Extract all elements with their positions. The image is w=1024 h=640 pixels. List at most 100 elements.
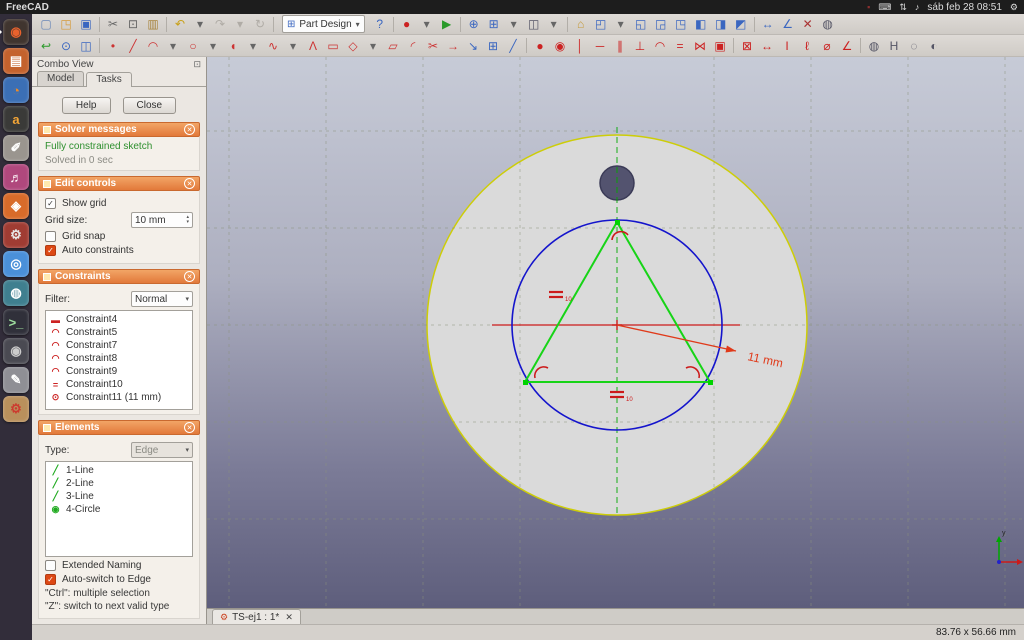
constraint-parallel-icon[interactable]: ∥ (610, 36, 630, 55)
filter-select[interactable]: Normal ▾ (131, 291, 193, 307)
constraint-point-on-object-icon[interactable]: ◉ (550, 36, 570, 55)
measure-toggle-icon[interactable]: ◍ (818, 15, 838, 34)
constraint-item[interactable]: ◠ Constraint7 (48, 339, 190, 352)
view-front-icon[interactable]: ◱ (631, 15, 651, 34)
leave-sketch-icon[interactable]: ↩ (36, 36, 56, 55)
constraint-angle-icon[interactable]: ∠ (837, 36, 857, 55)
trim-edge-icon[interactable]: ✂ (423, 36, 443, 55)
constraint-distance-x-icon[interactable]: ↔ (757, 36, 777, 55)
session-gear-icon[interactable]: ⚙ (1010, 0, 1018, 14)
constraint-vertical-icon[interactable]: │ (570, 36, 590, 55)
spinner-icon[interactable]: ▴ ▾ (186, 215, 189, 225)
tab-tasks[interactable]: Tasks (86, 72, 132, 87)
constraint-lock-icon[interactable]: ⊠ (737, 36, 757, 55)
constraint-tangent-icon[interactable]: ◠ (650, 36, 670, 55)
bspline-menu-icon[interactable]: ▾ (283, 36, 303, 55)
save-document-icon[interactable]: ▣ (76, 15, 96, 34)
select-constraints-icon[interactable]: H (884, 36, 904, 55)
open-document-icon[interactable]: ◳ (56, 15, 76, 34)
cut-icon[interactable]: ✂ (103, 15, 123, 34)
launcher-item-system-settings[interactable]: ⚙ (3, 222, 29, 248)
conic-menu-icon[interactable]: ▾ (243, 36, 263, 55)
launcher-item-ubuntu-dash[interactable]: ◉ (0, 19, 29, 45)
constraint-horizontal-icon[interactable]: ─ (590, 36, 610, 55)
view-right-icon[interactable]: ◳ (671, 15, 691, 34)
show-grid-checkbox[interactable]: ✓ (45, 198, 56, 209)
edit-controls-header[interactable]: Edit controls ✕ (38, 176, 200, 191)
launcher-item-software-center[interactable]: ◈ (3, 193, 29, 219)
macro-play-icon[interactable]: ▶ (437, 15, 457, 34)
launcher-item-terminal[interactable]: >_ (3, 309, 29, 335)
launcher-item-freecad[interactable]: ⚙ (3, 396, 29, 422)
measure-distance-icon[interactable]: ↔ (758, 15, 778, 34)
view-menu-icon[interactable]: ▾ (611, 15, 631, 34)
create-polygon-icon[interactable]: ◇ (343, 36, 363, 55)
constraints-header[interactable]: Constraints ✕ (38, 269, 200, 284)
view-rear-icon[interactable]: ◧ (691, 15, 711, 34)
launcher-item-files[interactable]: ▤ (3, 48, 29, 74)
redo-menu-icon[interactable]: ▾ (230, 15, 250, 34)
launcher-item-firefox[interactable]: ◔ (3, 77, 29, 103)
redo-icon[interactable]: ↷ (210, 15, 230, 34)
carbon-copy-icon[interactable]: ⊞ (483, 36, 503, 55)
copy-icon[interactable]: ⊡ (123, 15, 143, 34)
constraint-item[interactable]: ⊙ Constraint11 (11 mm) (48, 391, 190, 404)
tab-model[interactable]: Model (37, 71, 85, 86)
polygon-menu-icon[interactable]: ▾ (363, 36, 383, 55)
create-slot-icon[interactable]: ▱ (383, 36, 403, 55)
create-fillet-icon[interactable]: ◜ (403, 36, 423, 55)
create-conic-icon[interactable]: ◖ (223, 36, 243, 55)
extended-naming-checkbox[interactable] (45, 560, 56, 571)
constraint-item[interactable]: ◠ Constraint5 (48, 326, 190, 339)
launcher-item-amazon[interactable]: a (3, 106, 29, 132)
launcher-item-gimp[interactable]: ✐ (3, 135, 29, 161)
element-item[interactable]: ╱ 1-Line (48, 464, 190, 477)
view-fit-icon[interactable]: ⌂ (571, 15, 591, 34)
create-polyline-icon[interactable]: Λ (303, 36, 323, 55)
draw-style-icon[interactable]: ◫ (524, 15, 544, 34)
undo-menu-icon[interactable]: ▾ (190, 15, 210, 34)
launcher-item-chromium[interactable]: ◎ (3, 251, 29, 277)
constraint-item[interactable]: ◠ Constraint8 (48, 352, 190, 365)
paste-icon[interactable]: ▥ (143, 15, 163, 34)
toggle-driving-constraint-icon[interactable]: ◍ (864, 36, 884, 55)
draw-style-menu-icon[interactable]: ▾ (544, 15, 564, 34)
grid-size-input[interactable]: 10 mm ▴ ▾ (131, 212, 193, 228)
constraint-symmetric-icon[interactable]: ⋈ (690, 36, 710, 55)
element-item[interactable]: ╱ 3-Line (48, 490, 190, 503)
type-select[interactable]: Edge ▾ (131, 442, 193, 458)
clock[interactable]: sáb feb 28 08:51 (927, 2, 1002, 13)
macro-record-icon[interactable]: ● (397, 15, 417, 34)
indicator-messages-icon[interactable]: ▪ (867, 0, 870, 14)
create-bspline-icon[interactable]: ∿ (263, 36, 283, 55)
indicator-sound-icon[interactable]: ♪ (915, 0, 920, 14)
collapse-icon[interactable]: ✕ (184, 178, 195, 189)
macro-menu-icon[interactable]: ▾ (417, 15, 437, 34)
elements-header[interactable]: Elements ✕ (38, 420, 200, 435)
undo-icon[interactable]: ↶ (170, 15, 190, 34)
auto-constraints-checkbox[interactable]: ✓ (45, 245, 56, 256)
constraint-length-icon[interactable]: ℓ (797, 36, 817, 55)
launcher-item-screenshot[interactable]: ◉ (3, 338, 29, 364)
indicator-network-icon[interactable]: ⇅ (899, 0, 907, 14)
launcher-item-rhythmbox[interactable]: ♬ (3, 164, 29, 190)
zoom-in-icon[interactable]: ⊕ (464, 15, 484, 34)
collapse-icon[interactable]: ✕ (184, 271, 195, 282)
launcher-item-transmission[interactable]: ◍ (3, 280, 29, 306)
view-bottom-icon[interactable]: ◨ (711, 15, 731, 34)
launcher-item-text-editor[interactable]: ✎ (3, 367, 29, 393)
external-geometry-icon[interactable]: ↘ (463, 36, 483, 55)
zoom-menu-icon[interactable]: ▾ (504, 15, 524, 34)
circle-menu-icon[interactable]: ▾ (203, 36, 223, 55)
extend-edge-icon[interactable]: → (443, 36, 463, 55)
switch-virtual-space-icon[interactable]: ◐ (924, 36, 944, 55)
create-circle-icon[interactable]: ○ (183, 36, 203, 55)
collapse-icon[interactable]: ✕ (184, 124, 195, 135)
element-item[interactable]: ◉ 4-Circle (48, 503, 190, 516)
auto-switch-checkbox[interactable]: ✓ (45, 574, 56, 585)
collapse-icon[interactable]: ✕ (184, 422, 195, 433)
workbench-selector[interactable]: ⊞ Part Design ▾ (282, 15, 365, 33)
refresh-icon[interactable]: ↻ (250, 15, 270, 34)
measure-clear-icon[interactable]: ✕ (798, 15, 818, 34)
arc-menu-icon[interactable]: ▾ (163, 36, 183, 55)
